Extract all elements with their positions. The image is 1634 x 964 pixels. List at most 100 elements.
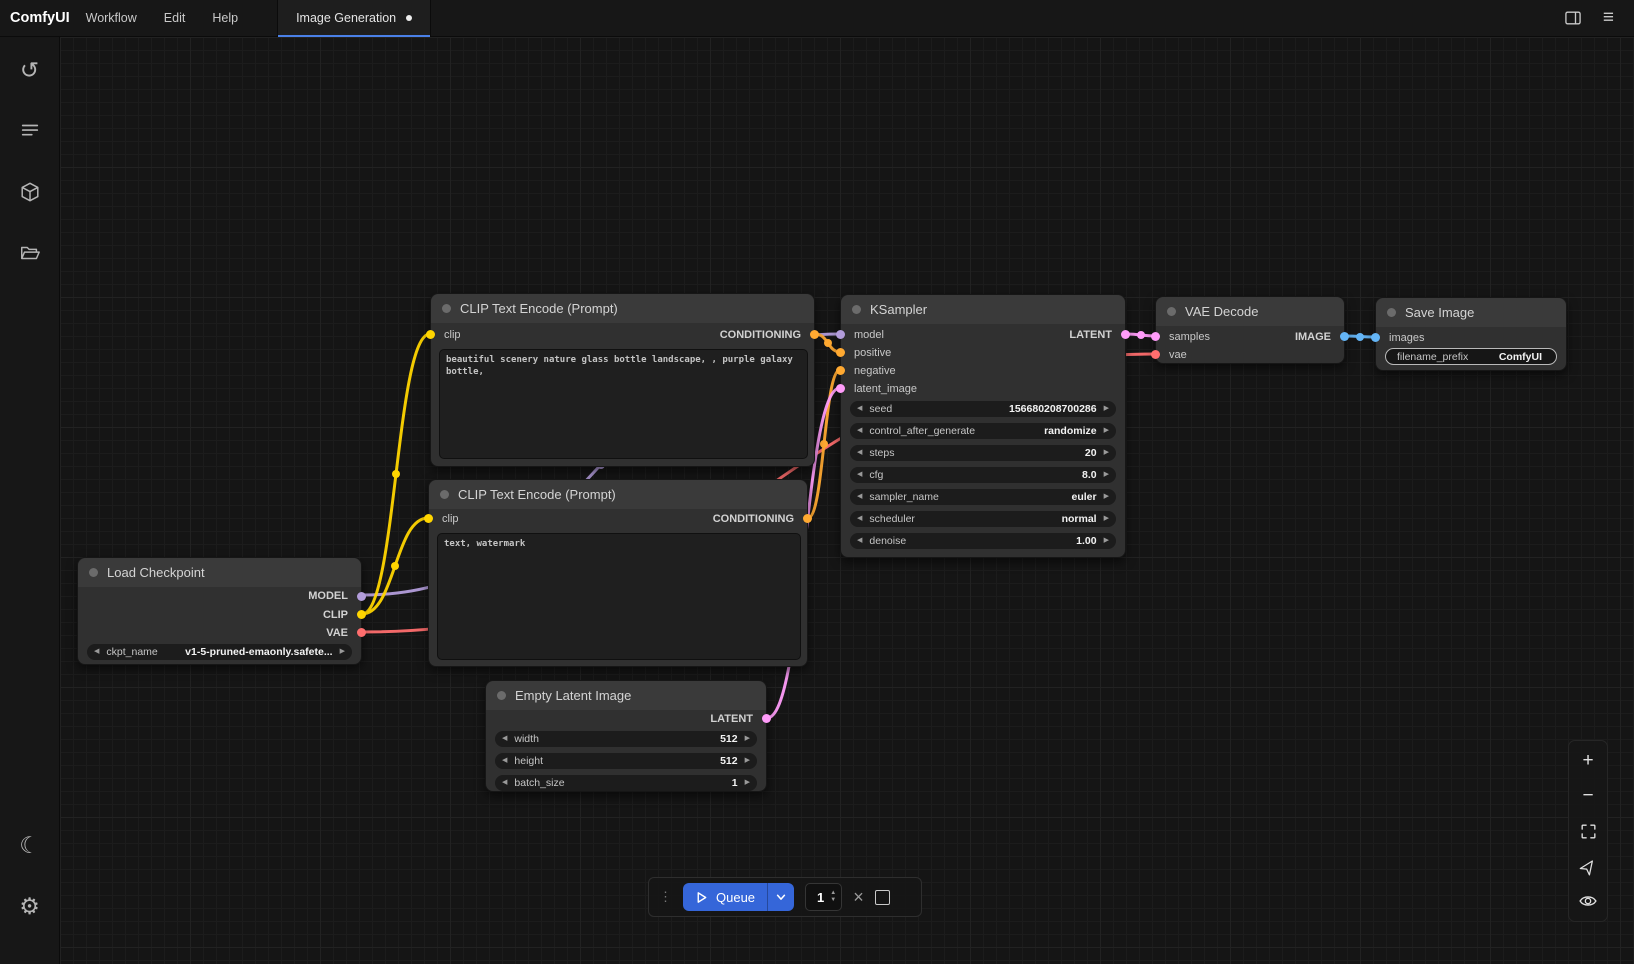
collapse-dot-icon[interactable] <box>440 490 449 499</box>
widget-ckpt-name[interactable]: ◀ ckpt_name v1-5-pruned-emaonly.safete..… <box>87 644 352 660</box>
tab-image-generation[interactable]: Image Generation <box>277 0 431 37</box>
widget-height[interactable]: ◀ height 512 ▶ <box>495 753 757 769</box>
settings-gear-icon[interactable]: ⚙ <box>13 889 47 923</box>
increment-arrow-icon[interactable]: ▶ <box>745 775 750 791</box>
increment-arrow-icon[interactable]: ▶ <box>1104 489 1109 505</box>
output-slot-clip[interactable] <box>357 610 366 619</box>
decrement-arrow-icon[interactable]: ◀ <box>857 423 862 439</box>
input-slot-clip[interactable] <box>426 330 435 339</box>
input-slot-latent-image[interactable] <box>836 384 845 393</box>
input-slot-model[interactable] <box>836 330 845 339</box>
toggle-link-visibility-eye-icon[interactable] <box>1577 890 1599 912</box>
zoom-in-icon[interactable]: + <box>1577 750 1599 772</box>
increment-arrow-icon[interactable]: ▶ <box>340 644 345 660</box>
decrement-arrow-icon[interactable]: ◀ <box>502 775 507 791</box>
step-up-icon[interactable]: ▲ <box>830 890 836 897</box>
increment-arrow-icon[interactable]: ▶ <box>1104 401 1109 417</box>
prompt-textarea[interactable]: beautiful scenery nature glass bottle la… <box>439 349 808 459</box>
menu-edit[interactable]: Edit <box>164 11 186 25</box>
decrement-arrow-icon[interactable]: ◀ <box>857 533 862 549</box>
select-mode-arrow-icon[interactable] <box>1577 855 1599 877</box>
widget-sampler-name[interactable]: ◀ sampler_name euler ▶ <box>850 489 1116 505</box>
output-slot-conditioning[interactable] <box>810 330 819 339</box>
input-slot-vae[interactable] <box>1151 350 1160 359</box>
input-slot-positive[interactable] <box>836 348 845 357</box>
node-load-checkpoint[interactable]: Load Checkpoint MODEL CLIP VAE ◀ ckpt_na… <box>77 557 362 665</box>
widget-denoise[interactable]: ◀ denoise 1.00 ▶ <box>850 533 1116 549</box>
collapse-dot-icon[interactable] <box>852 305 861 314</box>
node-clip-text-encode-negative[interactable]: CLIP Text Encode (Prompt) clip CONDITION… <box>428 479 808 667</box>
batch-count-stepper[interactable]: 1 ▲ ▼ <box>805 883 842 911</box>
widget-control-after-generate[interactable]: ◀ control_after_generate randomize ▶ <box>850 423 1116 439</box>
toggle-panel-icon[interactable] <box>1563 8 1583 28</box>
zoom-out-icon[interactable]: − <box>1577 785 1599 807</box>
step-down-icon[interactable]: ▼ <box>830 897 836 904</box>
node-titlebar[interactable]: CLIP Text Encode (Prompt) <box>431 294 814 323</box>
widget-seed[interactable]: ◀ seed 156680208700286 ▶ <box>850 401 1116 417</box>
collapse-dot-icon[interactable] <box>442 304 451 313</box>
input-slot-negative[interactable] <box>836 366 845 375</box>
workflows-folder-icon[interactable] <box>13 236 47 270</box>
increment-arrow-icon[interactable]: ▶ <box>1104 445 1109 461</box>
node-clip-text-encode-positive[interactable]: CLIP Text Encode (Prompt) clip CONDITION… <box>430 293 815 467</box>
output-slot-model[interactable] <box>357 592 366 601</box>
collapse-dot-icon[interactable] <box>1387 308 1396 317</box>
decrement-arrow-icon[interactable]: ◀ <box>857 489 862 505</box>
decrement-arrow-icon[interactable]: ◀ <box>857 445 862 461</box>
input-slot-clip[interactable] <box>424 514 433 523</box>
increment-arrow-icon[interactable]: ▶ <box>1104 511 1109 527</box>
output-slot-conditioning[interactable] <box>803 514 812 523</box>
widget-filename-prefix[interactable]: filename_prefix ComfyUI <box>1385 348 1557 365</box>
history-icon[interactable]: ↺ <box>13 53 47 87</box>
decrement-arrow-icon[interactable]: ◀ <box>94 644 99 660</box>
node-vae-decode[interactable]: VAE Decode samples IMAGE vae <box>1155 296 1345 364</box>
graph-canvas[interactable]: CLIP Text Encode (Prompt) clip CONDITION… <box>60 37 1634 964</box>
increment-arrow-icon[interactable]: ▶ <box>745 753 750 769</box>
prompt-textarea[interactable]: text, watermark <box>437 533 801 660</box>
decrement-arrow-icon[interactable]: ◀ <box>857 511 862 527</box>
widget-cfg[interactable]: ◀ cfg 8.0 ▶ <box>850 467 1116 483</box>
queue-list-icon[interactable] <box>13 114 47 148</box>
menu-workflow[interactable]: Workflow <box>86 11 137 25</box>
output-slot-image[interactable] <box>1340 332 1349 341</box>
widget-steps[interactable]: ◀ steps 20 ▶ <box>850 445 1116 461</box>
increment-arrow-icon[interactable]: ▶ <box>1104 423 1109 439</box>
increment-arrow-icon[interactable]: ▶ <box>745 731 750 747</box>
queue-options-chevron-icon[interactable] <box>767 883 794 911</box>
output-slot-vae[interactable] <box>357 628 366 637</box>
node-titlebar[interactable]: KSampler <box>841 295 1125 324</box>
decrement-arrow-icon[interactable]: ◀ <box>502 731 507 747</box>
output-slot-latent[interactable] <box>762 714 771 723</box>
widget-width[interactable]: ◀ width 512 ▶ <box>495 731 757 747</box>
clear-queue-icon[interactable] <box>875 890 890 905</box>
theme-moon-icon[interactable]: ☾ <box>13 828 47 862</box>
node-titlebar[interactable]: Empty Latent Image <box>486 681 766 710</box>
decrement-arrow-icon[interactable]: ◀ <box>857 467 862 483</box>
menu-help[interactable]: Help <box>212 11 238 25</box>
collapse-dot-icon[interactable] <box>89 568 98 577</box>
node-titlebar[interactable]: Load Checkpoint <box>78 558 361 587</box>
node-ksampler[interactable]: KSampler model LATENT positive negative … <box>840 294 1126 558</box>
increment-arrow-icon[interactable]: ▶ <box>1104 533 1109 549</box>
node-empty-latent-image[interactable]: Empty Latent Image LATENT ◀ width 512 ▶ … <box>485 680 767 792</box>
queue-button[interactable]: Queue <box>683 883 794 911</box>
fit-view-icon[interactable] <box>1577 820 1599 842</box>
collapse-dot-icon[interactable] <box>1167 307 1176 316</box>
node-save-image[interactable]: Save Image images filename_prefix ComfyU… <box>1375 297 1567 371</box>
node-titlebar[interactable]: CLIP Text Encode (Prompt) <box>429 480 807 509</box>
queue-drag-handle[interactable]: ⋮ <box>659 889 672 905</box>
decrement-arrow-icon[interactable]: ◀ <box>502 753 507 769</box>
output-slot-latent[interactable] <box>1121 330 1130 339</box>
collapse-dot-icon[interactable] <box>497 691 506 700</box>
node-titlebar[interactable]: VAE Decode <box>1156 297 1344 326</box>
node-library-icon[interactable] <box>13 175 47 209</box>
input-slot-samples[interactable] <box>1151 332 1160 341</box>
input-slot-images[interactable] <box>1371 333 1380 342</box>
node-titlebar[interactable]: Save Image <box>1376 298 1566 327</box>
cancel-run-icon[interactable]: × <box>853 888 864 906</box>
widget-scheduler[interactable]: ◀ scheduler normal ▶ <box>850 511 1116 527</box>
widget-batch-size[interactable]: ◀ batch_size 1 ▶ <box>495 775 757 791</box>
hamburger-menu-icon[interactable]: ≡ <box>1603 7 1614 29</box>
increment-arrow-icon[interactable]: ▶ <box>1104 467 1109 483</box>
decrement-arrow-icon[interactable]: ◀ <box>857 401 862 417</box>
